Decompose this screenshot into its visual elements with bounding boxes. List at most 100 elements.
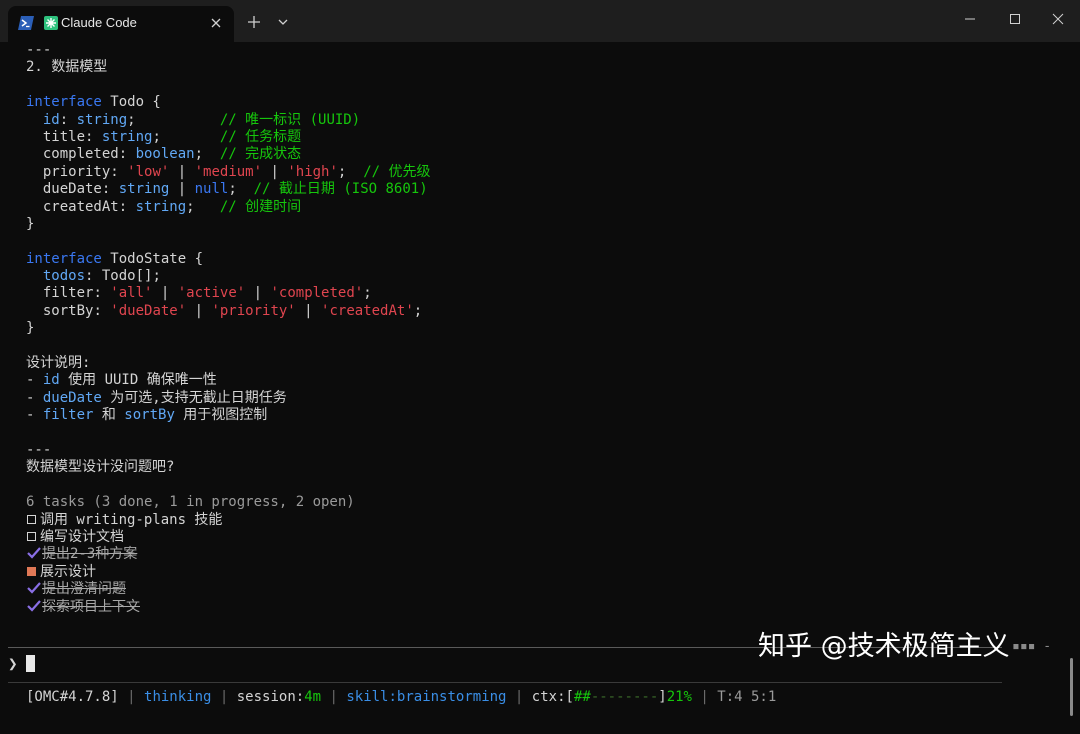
note-text: 使用 UUID 确保唯一性 (59, 372, 217, 389)
new-tab-icon[interactable] (243, 11, 265, 33)
code-type: string (118, 181, 170, 198)
task-label: 展示设计 (40, 563, 96, 580)
code-text: TodoState { (101, 250, 204, 267)
code-text: | (245, 285, 271, 302)
task-label: 编写设计文档 (40, 528, 124, 545)
code-text: ; (194, 146, 220, 163)
code-comment: // 任务标题 (219, 128, 302, 145)
code-text: ; (413, 302, 423, 319)
close-tab-icon[interactable] (206, 13, 226, 33)
code-string: 'high' (287, 163, 338, 180)
code-line: sortBy: 'dueDate' | 'priority' | 'create… (26, 303, 1056, 320)
code-text: | (186, 302, 212, 319)
code-text: ; (228, 181, 254, 198)
status-separator: | (211, 689, 237, 705)
status-separator: | (321, 689, 347, 705)
code-line: todos: Todo[]; (26, 268, 1056, 285)
status-ctx-percent: 21% (666, 689, 692, 705)
task-label: 提出2-3种方案 (42, 546, 138, 563)
status-omc-version: [OMC#4.7.8] (26, 689, 119, 705)
status-thinking: thinking (144, 689, 212, 705)
note-item: - filter 和 sortBy 用于视图控制 (26, 407, 1056, 424)
in-progress-icon (27, 566, 36, 576)
ctx-bar-fill: ## (573, 689, 591, 705)
note-code: sortBy (124, 407, 175, 424)
note-item: - dueDate 为可选,支持无截止日期任务 (26, 390, 1056, 407)
task-item-open: 编写设计文档 (26, 529, 1056, 546)
task-item-done: 提出2-3种方案 (26, 546, 1056, 563)
status-separator: | (118, 689, 145, 705)
code-line: filter: 'all' | 'active' | 'completed'; (26, 285, 1056, 302)
code-comment: // 优先级 (363, 163, 431, 180)
code-type: boolean (135, 146, 195, 163)
code-prop: dueDate (42, 181, 102, 198)
status-separator: | (691, 689, 718, 705)
separator: --- (26, 42, 52, 58)
code-line: interface TodoState { (26, 251, 1056, 268)
checkbox-empty-icon (27, 514, 36, 524)
status-separator: | (506, 689, 532, 705)
code-text: : Todo[]; (85, 268, 161, 285)
code-text: ; (186, 198, 220, 215)
question: 数据模型设计没问题吧? (26, 459, 175, 476)
code-line: title: string; // 任务标题 (26, 129, 1056, 146)
claude-code-icon (44, 16, 58, 30)
status-session-label: session: (236, 689, 305, 705)
note-item: - id 使用 UUID 确保唯一性 (26, 372, 1056, 389)
note-dash: - (26, 407, 43, 424)
code-type: string (101, 128, 153, 145)
code-prop: filter (42, 285, 94, 302)
code-null: null (194, 181, 229, 198)
task-label: 调用 writing-plans 技能 (40, 511, 223, 528)
task-item-done: 提出澄清问题 (26, 581, 1056, 598)
code-prop: createdAt (42, 198, 119, 215)
scrollbar-thumb[interactable] (1070, 658, 1073, 716)
note-dash: - (26, 389, 43, 406)
code-text: : (93, 302, 111, 319)
check-icon (27, 599, 41, 612)
task-label: 探索项目上下文 (42, 598, 140, 615)
code-line: createdAt: string; // 创建时间 (26, 199, 1056, 216)
tab-claude-code[interactable]: Claude Code (8, 6, 234, 42)
code-prop: completed (42, 146, 119, 163)
code-text: | (169, 181, 195, 198)
note-text: 和 (93, 407, 125, 424)
task-item-open: 调用 writing-plans 技能 (26, 512, 1056, 529)
tab-title: Claude Code (61, 15, 137, 30)
status-session-value: 4m (304, 689, 322, 705)
code-text: : (85, 128, 102, 145)
checkbox-empty-icon (27, 531, 36, 541)
text-cursor (26, 655, 35, 672)
code-comment: // 完成状态 (219, 146, 302, 163)
code-text: : (101, 181, 119, 198)
code-text: : (59, 111, 77, 128)
powershell-icon (18, 16, 34, 30)
code-type: string (76, 111, 128, 128)
code-string: 'createdAt' (321, 302, 414, 319)
status-ctx-label: ctx:[ (531, 689, 574, 705)
code-comment: // 创建时间 (219, 198, 302, 215)
tasks-summary: 6 tasks (3 done, 1 in progress, 2 open) (26, 494, 355, 511)
check-icon (27, 582, 41, 594)
divider (8, 682, 1002, 683)
code-line: priority: 'low' | 'medium' | 'high'; // … (26, 164, 1056, 181)
code-line: completed: boolean; // 完成状态 (26, 146, 1056, 163)
code-text: ; (152, 128, 220, 145)
code-type: string (135, 198, 187, 215)
code-text: | (169, 163, 195, 180)
code-keyword: interface (26, 94, 102, 111)
note-code: id (42, 372, 60, 389)
close-window-icon[interactable] (1046, 9, 1070, 29)
chevron-down-icon[interactable] (272, 11, 294, 33)
code-line: dueDate: string | null; // 截止日期 (ISO 860… (26, 181, 1056, 198)
notes-title: 设计说明: (26, 355, 91, 372)
minimize-icon[interactable] (958, 9, 982, 29)
maximize-icon[interactable] (1003, 9, 1027, 29)
status-bar: [OMC#4.7.8] | thinking | session:4m | sk… (26, 689, 776, 709)
code-text: | (262, 163, 288, 180)
code-prop: todos (42, 268, 86, 285)
ctx-bar-empty: -------- (590, 689, 659, 705)
code-text: ; (337, 163, 364, 180)
